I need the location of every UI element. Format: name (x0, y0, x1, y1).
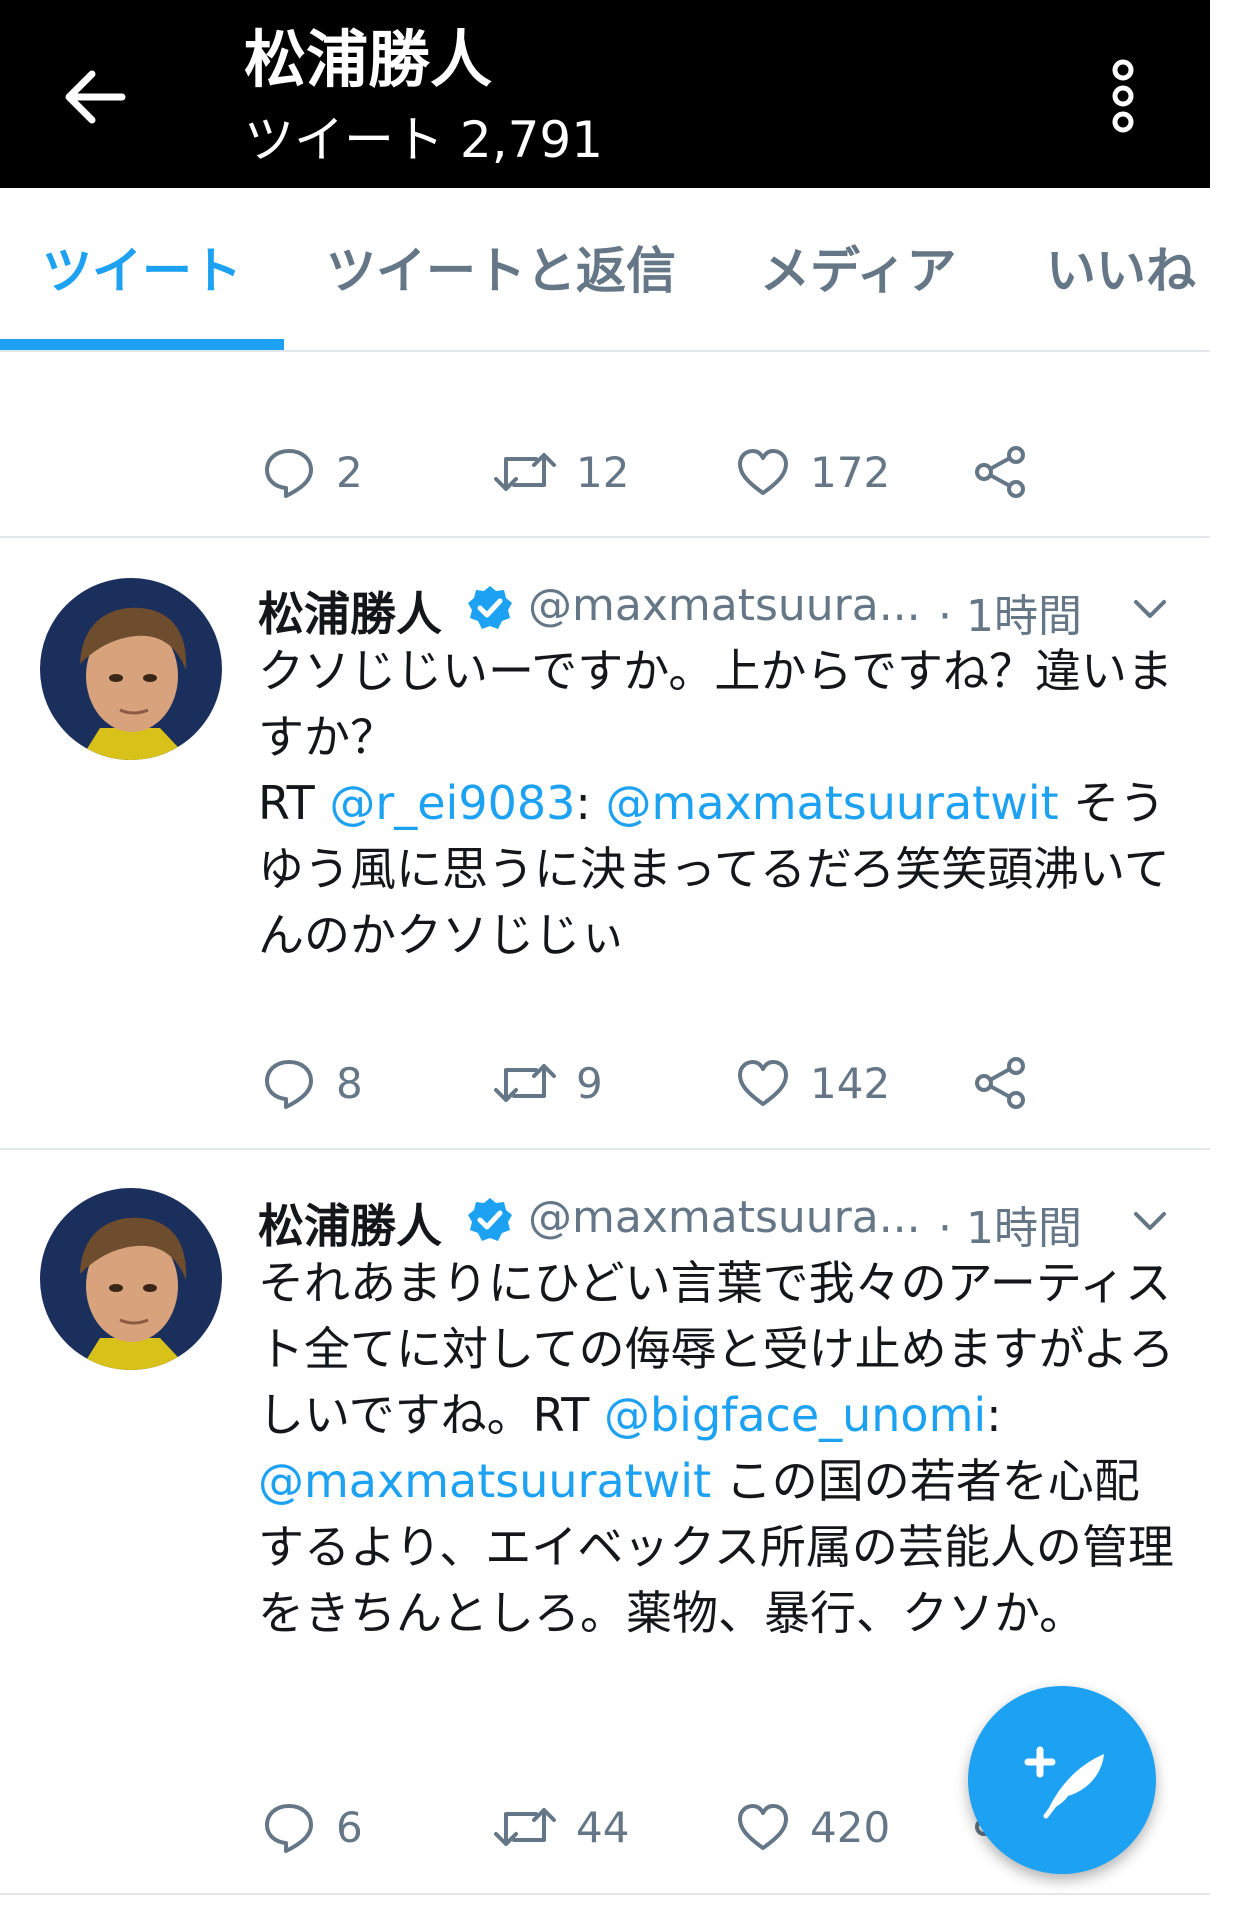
mention-link[interactable]: @bigface_unomi (604, 1388, 986, 1442)
avatar[interactable] (40, 578, 222, 760)
compose-icon (1024, 1746, 1104, 1819)
tab-media[interactable]: メディア (760, 236, 957, 306)
tweet-text-part: RT (258, 776, 330, 830)
tab-tweets-and-replies[interactable]: ツイートと返信 (326, 236, 676, 306)
like-count: 420 (810, 1802, 891, 1852)
divider (0, 536, 1210, 538)
like-button[interactable]: 420 (736, 1792, 890, 1862)
reply-icon (265, 449, 313, 498)
tweet-timestamp: · 1時間 (938, 591, 1082, 642)
tweet-count: ツイート 2,791 (244, 111, 604, 169)
tweet-author-name[interactable]: 松浦勝人 (258, 1190, 442, 1256)
tab-likes[interactable]: いいね (1046, 236, 1196, 306)
tweet-text: それあまりにひどい言葉で我々のアーティスト全てに対しての侮辱と受け止めますがよろ… (258, 1250, 1178, 1646)
caret-down-icon[interactable] (1130, 588, 1170, 628)
reply-button[interactable]: 6 (262, 1792, 363, 1862)
reply-count: 2 (336, 447, 363, 497)
retweet-button[interactable]: 12 (494, 437, 629, 507)
retweet-button[interactable]: 9 (494, 1048, 603, 1118)
like-button[interactable]: 172 (736, 437, 890, 507)
tweet-text-part: : (986, 1388, 1002, 1442)
back-arrow-icon[interactable] (60, 62, 130, 132)
tweet-author-handle: @maxmatsuura... (528, 1192, 921, 1243)
like-icon (738, 1804, 788, 1850)
share-icon (975, 446, 1025, 498)
reply-icon (265, 1804, 313, 1853)
profile-tabs: ツイート ツイートと返信 メディア いいね (0, 188, 1210, 352)
retweet-button[interactable]: 44 (494, 1792, 629, 1862)
mention-link[interactable]: @maxmatsuuratwit (258, 1454, 711, 1508)
tweet-actions: 2 12 172 (262, 437, 1062, 507)
reply-button[interactable]: 8 (262, 1048, 363, 1118)
divider (0, 1148, 1210, 1150)
reply-count: 6 (336, 1802, 363, 1852)
reply-icon (265, 1060, 313, 1109)
profile-name: 松浦勝人 (244, 23, 493, 96)
mention-link[interactable]: @maxmatsuuratwit (606, 776, 1059, 830)
more-vert-icon[interactable] (1095, 58, 1151, 134)
share-button[interactable] (974, 1048, 1028, 1118)
profile-header: 松浦勝人 ツイート 2,791 (0, 0, 1210, 188)
tweet-header: 松浦勝人 @maxmatsuura... · 1時間 (258, 1186, 1178, 1256)
reply-button[interactable]: 2 (262, 437, 363, 507)
active-tab-indicator (0, 339, 284, 350)
compose-tweet-button[interactable] (968, 1686, 1156, 1874)
like-icon (738, 1060, 788, 1106)
verified-icon (468, 1198, 512, 1241)
retweet-count: 9 (576, 1058, 603, 1108)
tab-tweets[interactable]: ツイート (42, 236, 242, 306)
avatar[interactable] (40, 1188, 222, 1370)
tweet-actions: 8 9 142 (262, 1048, 1062, 1118)
retweet-count: 12 (576, 447, 630, 497)
tweet-author-name[interactable]: 松浦勝人 (258, 578, 442, 644)
share-button[interactable] (974, 437, 1028, 507)
tweet-text: クソじじいーですか。上からですね？違いますか？ RT @r_ei9083: @ma… (258, 638, 1178, 968)
reply-count: 8 (336, 1058, 363, 1108)
caret-down-icon[interactable] (1130, 1200, 1170, 1240)
mention-link[interactable]: @r_ei9083 (329, 776, 575, 830)
like-icon (738, 449, 788, 495)
like-count: 172 (810, 447, 891, 497)
tweet-header: 松浦勝人 @maxmatsuura... · 1時間 (258, 574, 1178, 644)
retweet-count: 44 (576, 1802, 630, 1852)
share-icon (975, 1057, 1025, 1109)
retweet-icon (494, 1808, 556, 1846)
tweet-text-part: : (575, 776, 606, 830)
like-button[interactable]: 142 (736, 1048, 890, 1118)
tweet-timestamp: · 1時間 (938, 1203, 1082, 1254)
verified-icon (468, 586, 512, 629)
retweet-icon (494, 453, 556, 491)
like-count: 142 (810, 1058, 891, 1108)
tweet-actions: 6 44 420 (262, 1792, 1062, 1862)
tweet-text-part: クソじじいーですか。上からですね？違いますか？ (258, 644, 1173, 764)
divider (0, 1893, 1210, 1895)
retweet-icon (494, 1064, 556, 1102)
tweet-author-handle: @maxmatsuura... (528, 580, 921, 631)
